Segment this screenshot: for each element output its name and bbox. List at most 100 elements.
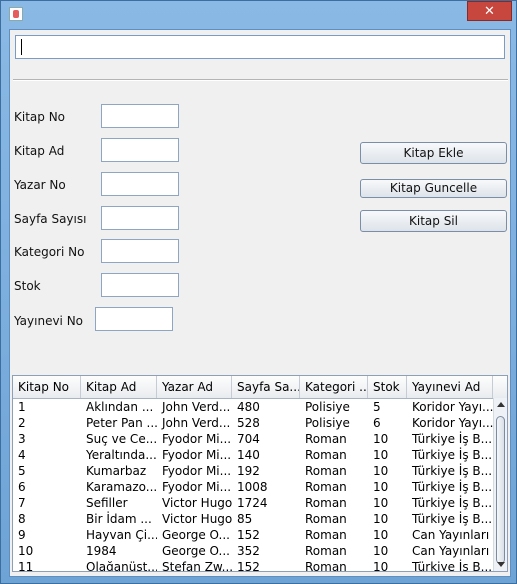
table-cell: George O... [162,544,230,558]
label-sayfa-sayisi: Sayfa Sayısı [14,212,87,226]
table-cell: 2 [18,416,26,430]
table-cell: Victor Hugo [162,512,232,526]
column-header[interactable]: Kitap No [13,376,81,398]
table-cell: George O... [162,528,230,542]
table-cell: Türkiye İş B... [412,464,493,478]
java-app-icon [9,7,23,21]
table-cell: 10 [373,464,389,478]
column-header[interactable]: Stok [368,376,407,398]
table-row[interactable]: 4 Yeraltında... Fyodor Mi... 140 Roman 10 Türk… [13,447,493,463]
table-cell: Karamazo... [86,480,157,494]
table-row[interactable]: 7 Sefiller Victor Hugo 1724 Roman 10 Türkiye İ… [13,495,493,511]
table-cell: Aklından ... [86,400,154,414]
table-cell: Suç ve Ce... [86,432,157,446]
table-cell: 1 [18,400,26,414]
table-row[interactable]: 11 Olağanüst... Stefan Zw... 152 Roman 10 Türk… [13,559,493,572]
column-header[interactable]: Yazar Ad [157,376,232,398]
table-cell: Türkiye İş B... [412,432,493,446]
table-cell: Koridor Yayı... [412,416,493,430]
table-cell: 704 [237,432,260,446]
column-header[interactable]: Kategori ... [300,376,368,398]
label-stok: Stok [14,279,41,293]
close-button[interactable]: ✕ [467,1,512,21]
table-row[interactable]: 2 Peter Pan ... John Verd... 528 Polisiye 6 Ko… [13,415,493,431]
table-cell: 480 [237,400,260,414]
table-cell: Türkiye İş B... [412,496,493,510]
table-cell: Yeraltında... [86,448,157,462]
table-cell: 1984 [86,544,117,558]
table-cell: Can Yayınları [412,528,490,542]
update-book-button[interactable]: Kitap Guncelle [360,179,507,198]
scroll-down-icon[interactable] [497,562,505,567]
table-cell: 4 [18,448,26,462]
table-cell: Polisiye [305,400,350,414]
table-row[interactable]: 10 1984 George O... 352 Roman 10 Can Yayınları [13,543,493,559]
table-cell: 6 [373,416,381,430]
table-cell: 10 [373,528,389,542]
table-cell: Roman [305,512,347,526]
search-input[interactable] [15,35,505,59]
table-cell: Sefiller [86,496,128,510]
column-header[interactable]: Sayfa Sa... [232,376,300,398]
table-row[interactable]: 1 Aklından ... John Verd... 480 Polisiye 5 Kor… [13,399,493,415]
table-cell: 10 [373,512,389,526]
table-cell: Türkiye İş B... [412,560,493,572]
scroll-thumb[interactable] [496,416,505,564]
content-panel: Kitap No Kitap Ad Yazar No Sayfa Sayısı … [9,29,511,577]
table-cell: Fyodor Mi... [162,448,232,462]
table-cell: 11 [18,560,34,572]
table-cell: Roman [305,480,347,494]
table-row[interactable]: 5 Kumarbaz Fyodor Mi... 192 Roman 10 Türkiye İ… [13,463,493,479]
table-row[interactable]: 6 Karamazo... Fyodor Mi... 1008 Roman 10 Türki… [13,479,493,495]
kitap-no-field[interactable] [101,104,179,128]
title-bar[interactable]: ✕ [1,1,517,29]
table-cell: Hayvan Çi... [86,528,157,542]
table-cell: Roman [305,448,347,462]
table-cell: 1724 [237,496,268,510]
table-cell: 5 [373,400,381,414]
yazar-no-field[interactable] [101,172,179,196]
column-header[interactable]: Kitap Ad [81,376,157,398]
table-cell: 192 [237,464,260,478]
kitap-ad-field[interactable] [101,138,179,162]
table-cell: 10 [18,544,34,558]
column-header[interactable]: Yayınevi Ad [407,376,493,398]
label-kategori-no: Kategori No [14,245,85,259]
text-caret [21,39,22,55]
table-cell: Victor Hugo [162,496,232,510]
table-cell: 10 [373,560,389,572]
table-cell: 10 [373,496,389,510]
table-cell: 9 [18,528,26,542]
stok-field[interactable] [101,273,179,297]
table-cell: Roman [305,432,347,446]
label-kitap-no: Kitap No [14,110,66,124]
vertical-scrollbar[interactable] [493,398,507,571]
table-cell: Peter Pan ... [86,416,157,430]
table-row[interactable]: 9 Hayvan Çi... George O... 152 Roman 10 Can Ya… [13,527,493,543]
table-cell: John Verd... [162,400,231,414]
table-row[interactable]: 3 Suç ve Ce... Fyodor Mi... 704 Roman 10 Türki… [13,431,493,447]
scroll-up-icon[interactable] [497,402,505,407]
table-cell: John Verd... [162,416,231,430]
table-cell: 85 [237,512,253,526]
table-cell: Koridor Yayı... [412,400,493,414]
table-cell: Can Yayınları [412,544,490,558]
table-row[interactable]: 8 Bir İdam ... Victor Hugo 85 Roman 10 Türkiye… [13,511,493,527]
table-cell: Fyodor Mi... [162,432,232,446]
delete-book-button[interactable]: Kitap Sil [360,210,507,232]
kategori-no-field[interactable] [101,239,179,263]
table-cell: 152 [237,528,260,542]
table-cell: Roman [305,528,347,542]
books-table[interactable]: Kitap No Kitap Ad Yazar Ad Sayfa Sa... K… [12,375,508,572]
table-cell: Türkiye İş B... [412,448,493,462]
table-header-corner [493,376,507,399]
add-book-button[interactable]: Kitap Ekle [360,142,507,164]
table-cell: Polisiye [305,416,350,430]
table-cell: 5 [18,464,26,478]
table-cell: 8 [18,512,26,526]
table-cell: 10 [373,448,389,462]
sayfa-sayisi-field[interactable] [101,206,179,230]
table-cell: Fyodor Mi... [162,480,232,494]
table-cell: 10 [373,544,389,558]
yayinevi-no-field[interactable] [95,307,173,331]
